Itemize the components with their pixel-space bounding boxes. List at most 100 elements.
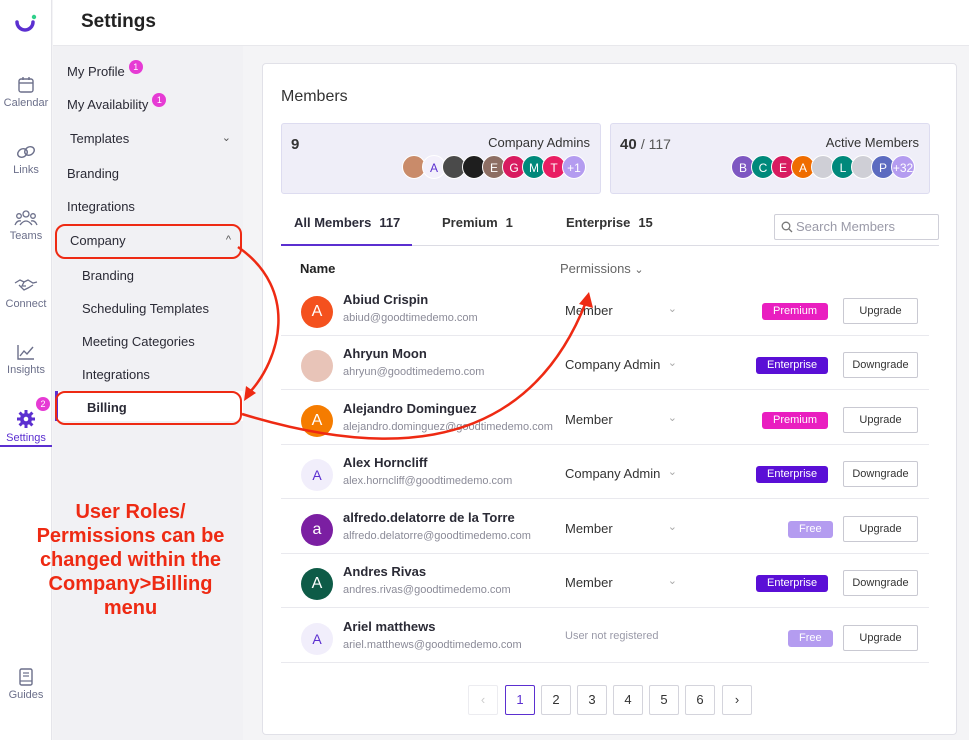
- avatar: A: [301, 568, 333, 600]
- nav-integrations-label: Integrations: [67, 199, 135, 214]
- chevron-down-icon: ⌄: [667, 412, 677, 424]
- prev-page-button[interactable]: ‹: [468, 685, 498, 715]
- permission-select[interactable]: Company Admin ⌄: [565, 357, 677, 372]
- page-button[interactable]: 4: [613, 685, 643, 715]
- nav-templates-label: Templates: [70, 131, 130, 146]
- admins-avatars: A E G M T +1: [402, 155, 590, 181]
- rail-settings[interactable]: 2 Settings: [0, 397, 52, 447]
- search-input[interactable]: Search Members: [774, 214, 939, 240]
- company-highlight: [55, 224, 242, 259]
- nav-my-availability[interactable]: My Availability 1: [67, 93, 167, 112]
- plan-badge: Enterprise: [756, 357, 829, 374]
- member-email: alejandro.dominguez@goodtimedemo.com: [343, 421, 553, 433]
- column-name: Name: [300, 261, 336, 276]
- rail-settings-label: Settings: [6, 432, 46, 444]
- upgrade-button[interactable]: Upgrade: [843, 516, 918, 542]
- upgrade-button[interactable]: Upgrade: [843, 298, 918, 324]
- avatar: a: [301, 514, 333, 546]
- next-page-button[interactable]: ›: [722, 685, 752, 715]
- top-bar: Settings: [53, 0, 969, 46]
- upgrade-button[interactable]: Upgrade: [843, 407, 918, 433]
- column-permissions-label: Permissions: [560, 261, 631, 276]
- nav-company-integrations-label: Integrations: [82, 367, 150, 382]
- tab-premium-label: Premium: [442, 215, 498, 230]
- page-button[interactable]: 6: [685, 685, 715, 715]
- annotation-text: User Roles/ Permissions can be changed w…: [8, 500, 253, 620]
- nav-company-branding[interactable]: Branding: [82, 268, 134, 283]
- page-button[interactable]: 1: [505, 685, 535, 715]
- annotation-line: changed within the: [39, 549, 222, 571]
- downgrade-button[interactable]: Downgrade: [843, 352, 918, 378]
- page-button[interactable]: 3: [577, 685, 607, 715]
- page-button[interactable]: 2: [541, 685, 571, 715]
- avatar: A: [301, 623, 333, 655]
- tab-premium[interactable]: Premium 1: [442, 215, 513, 230]
- downgrade-button[interactable]: Downgrade: [843, 570, 918, 596]
- annotation-line: Permissions can be: [36, 525, 225, 547]
- annotation-line: Company>Billing: [48, 573, 213, 595]
- rail-calendar-label: Calendar: [3, 97, 49, 109]
- member-name: Ahryun Moon: [343, 346, 427, 361]
- admins-count: 9: [291, 136, 300, 153]
- chart-icon: [17, 345, 34, 360]
- plan-badge: Premium: [762, 412, 829, 429]
- plan-badge: Enterprise: [756, 466, 829, 483]
- permission-select[interactable]: Member ⌄: [565, 521, 677, 536]
- chevron-down-icon: ⌄: [667, 466, 677, 478]
- column-permissions[interactable]: Permissions ⌄: [560, 261, 644, 276]
- permission-select[interactable]: Member ⌄: [565, 303, 677, 318]
- search-placeholder: Search Members: [796, 219, 895, 234]
- tab-all-members-label: All Members: [294, 215, 372, 230]
- plan-badge: Premium: [762, 303, 829, 320]
- active-tab-indicator: [281, 244, 412, 246]
- nav-company-integrations[interactable]: Integrations: [82, 367, 150, 382]
- permission-value: Member: [565, 521, 613, 536]
- page-button[interactable]: 5: [649, 685, 679, 715]
- nav-branding[interactable]: Branding: [67, 166, 119, 181]
- avatar: A: [301, 296, 333, 328]
- admins-more-avatar: +1: [562, 155, 586, 179]
- member-name: Abiud Crispin: [343, 292, 429, 307]
- avatar: A: [301, 459, 333, 491]
- annotation-line: User Roles/: [75, 501, 186, 523]
- table-row: A Alex Horncliff alex.horncliff@goodtime…: [281, 445, 929, 499]
- rail-connect-label: Connect: [5, 298, 47, 310]
- permission-select[interactable]: Member ⌄: [565, 412, 677, 427]
- permission-select[interactable]: Member ⌄: [565, 575, 677, 590]
- tab-enterprise[interactable]: Enterprise 15: [566, 215, 653, 230]
- member-email: abiud@goodtimedemo.com: [343, 312, 478, 324]
- nav-integrations[interactable]: Integrations: [67, 199, 135, 214]
- gear-icon: [17, 410, 35, 428]
- admins-label: Company Admins: [488, 135, 590, 150]
- rail-calendar[interactable]: Calendar: [0, 76, 52, 109]
- chevron-down-icon: ⌄: [667, 303, 677, 315]
- rail-insights[interactable]: Insights: [0, 343, 52, 376]
- my-profile-badge: 1: [128, 60, 143, 74]
- page-title: Settings: [81, 11, 156, 32]
- rail-guides-label: Guides: [8, 689, 44, 701]
- avatar: A: [301, 405, 333, 437]
- active-members-card: 40 / 117 Active Members B C E A L P +32: [610, 123, 930, 194]
- permission-select[interactable]: Company Admin ⌄: [565, 466, 677, 481]
- rail-connect[interactable]: Connect: [0, 277, 52, 310]
- member-name: Alejandro Dominguez: [343, 401, 477, 416]
- nav-my-profile[interactable]: My Profile 1: [67, 60, 143, 79]
- downgrade-button[interactable]: Downgrade: [843, 461, 918, 487]
- nav-scheduling-templates[interactable]: Scheduling Templates: [82, 301, 209, 316]
- rail-links[interactable]: Links: [0, 143, 52, 176]
- nav-templates[interactable]: Templates ⌄: [70, 131, 243, 146]
- tab-enterprise-label: Enterprise: [566, 215, 631, 230]
- nav-meeting-categories[interactable]: Meeting Categories: [82, 334, 195, 349]
- annotation-line: menu: [103, 597, 158, 619]
- rail-links-label: Links: [13, 164, 39, 176]
- permission-value: Member: [565, 303, 613, 318]
- plan-badge: Free: [788, 630, 833, 647]
- rail-teams[interactable]: Teams: [0, 209, 52, 242]
- tab-all-members[interactable]: All Members 117: [294, 215, 400, 230]
- nav-branding-label: Branding: [67, 166, 120, 181]
- app-rail: Calendar Links Teams Connect Insights 2 …: [0, 0, 52, 740]
- upgrade-button[interactable]: Upgrade: [843, 625, 918, 651]
- rail-guides[interactable]: Guides: [0, 668, 52, 701]
- tab-premium-count: 1: [505, 215, 513, 230]
- permission-value: Company Admin: [565, 466, 661, 481]
